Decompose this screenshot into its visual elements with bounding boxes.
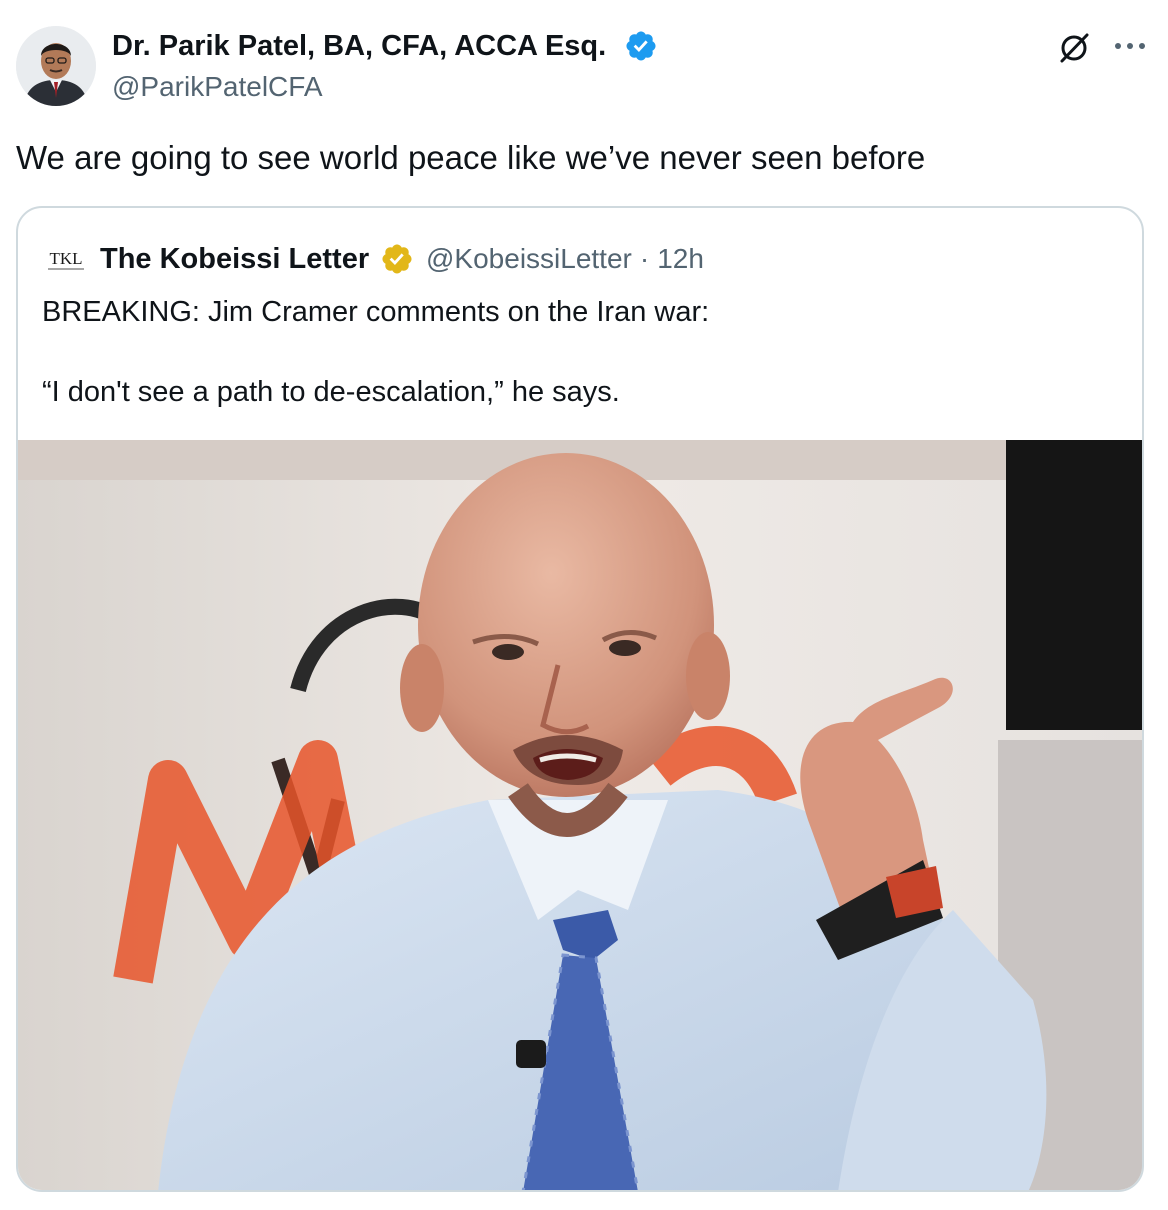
more-icon[interactable] <box>1110 30 1150 70</box>
verified-org-badge-icon <box>382 244 412 274</box>
author-handle[interactable]: @ParikPatelCFA <box>112 69 323 105</box>
quoted-author-name[interactable]: The Kobeissi Letter <box>100 240 369 278</box>
quoted-tweet-card[interactable]: TKL The Kobeissi Letter @KobeissiLetter ·… <box>16 206 1144 1192</box>
quoted-text-line: “I don't see a path to de-escalation,” h… <box>42 376 620 408</box>
quoted-author-avatar[interactable]: TKL <box>42 240 90 280</box>
meta-separator: · <box>639 243 650 274</box>
grok-icon[interactable] <box>1054 28 1094 68</box>
verified-badge-icon <box>626 31 656 61</box>
author-name[interactable]: Dr. Parik Patel, BA, CFA, ACCA Esq. <box>112 27 606 65</box>
tweet-text: We are going to see world peace like we’… <box>16 139 926 176</box>
quoted-author-handle[interactable]: @KobeissiLetter <box>426 243 632 274</box>
quoted-timestamp[interactable]: 12h <box>657 243 704 274</box>
author-avatar[interactable] <box>16 26 96 106</box>
tkl-logo-text: TKL <box>49 249 82 268</box>
quoted-text-line: BREAKING: Jim Cramer comments on the Ira… <box>42 296 710 328</box>
quoted-author-meta: @KobeissiLetter · 12h <box>426 240 704 278</box>
tweet: Dr. Parik Patel, BA, CFA, ACCA Esq. @Par… <box>0 0 1168 1210</box>
quoted-media-photo[interactable] <box>18 440 1142 1190</box>
